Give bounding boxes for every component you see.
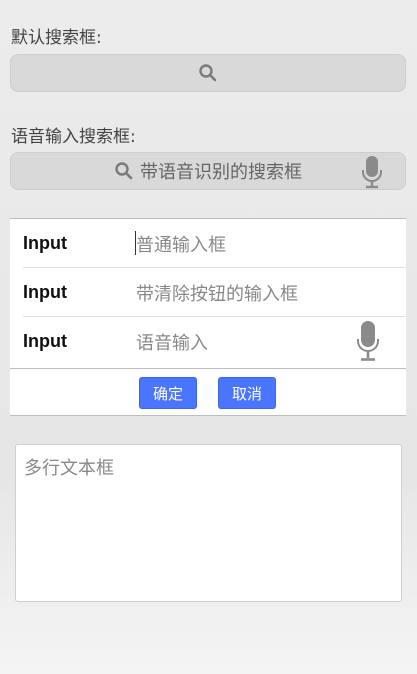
form-row-clearable: Input 带清除按钮的输入框	[23, 268, 406, 317]
voice-search-label: 语音输入搜索框:	[11, 127, 136, 147]
clearable-input[interactable]: 带清除按钮的输入框	[136, 280, 298, 306]
form-row-voice: Input 语音输入	[23, 317, 406, 366]
microphone-icon[interactable]	[361, 155, 383, 189]
row-label: Input	[23, 233, 67, 253]
default-search-box[interactable]	[10, 54, 406, 92]
voice-input[interactable]: 语音输入	[136, 329, 208, 355]
search-icon	[114, 161, 134, 181]
search-icon	[198, 63, 218, 83]
row-label: Input	[23, 331, 67, 351]
row-label: Input	[23, 282, 67, 302]
normal-input[interactable]: 普通输入框	[136, 231, 226, 257]
confirm-button[interactable]: 确定	[139, 377, 197, 409]
voice-search-placeholder: 带语音识别的搜索框	[140, 162, 302, 183]
voice-search-box[interactable]: 带语音识别的搜索框	[10, 152, 406, 190]
default-search-label: 默认搜索框:	[11, 28, 102, 48]
button-row: 确定 取消	[10, 368, 406, 416]
form-row-normal: Input 普通输入框	[23, 219, 406, 268]
microphone-icon[interactable]	[356, 320, 380, 362]
multiline-textarea[interactable]: 多行文本框	[15, 444, 402, 602]
input-form-panel: Input 普通输入框 Input 带清除按钮的输入框 Input 语音输入 确…	[10, 218, 406, 416]
cancel-button[interactable]: 取消	[218, 377, 276, 409]
